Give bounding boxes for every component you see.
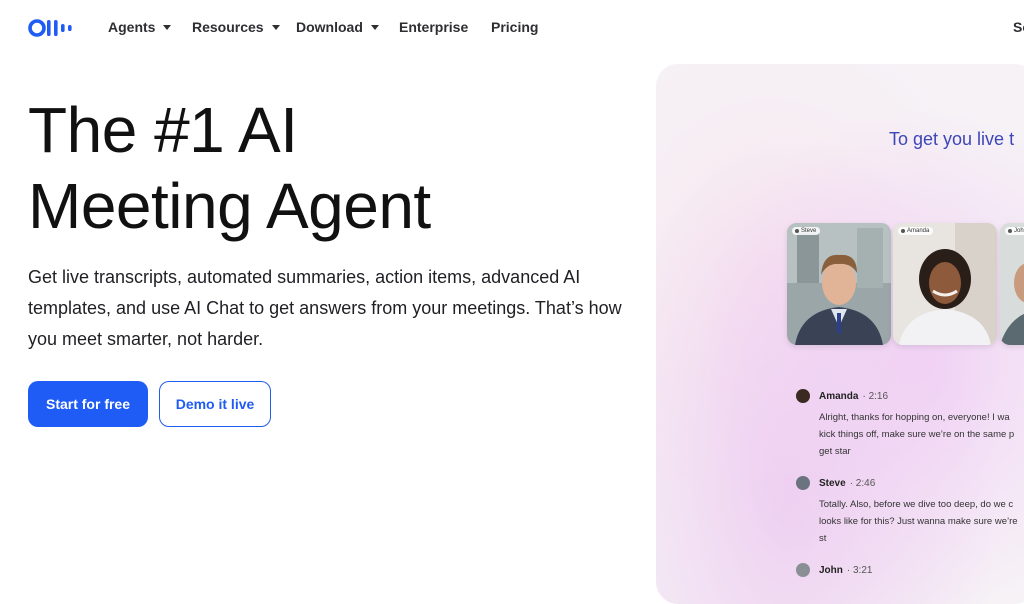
- start-for-free-button[interactable]: Start for free: [28, 381, 148, 427]
- timestamp: · 2:16: [862, 391, 889, 402]
- hero-title-line2: Meeting Agent: [28, 170, 431, 242]
- message-line: Alright, thanks for hopping on, everyone…: [819, 412, 1010, 423]
- message-text: Totally. Also, before we dive too deep, …: [819, 496, 1024, 547]
- video-tile-amanda: Amanda: [893, 223, 997, 345]
- nav-signin-partial[interactable]: So: [1013, 19, 1024, 35]
- nav-download-label: Download: [296, 19, 363, 35]
- nav-pricing-label: Pricing: [491, 19, 539, 35]
- author-name: John: [819, 565, 843, 576]
- message-line: looks like for this? Just wanna make sur…: [819, 516, 1018, 527]
- avatar: [796, 563, 810, 577]
- chevron-down-icon: [370, 25, 379, 30]
- message-line: st: [819, 533, 827, 544]
- demo-it-live-button[interactable]: Demo it live: [159, 381, 271, 427]
- message-line: kick things off, make sure we’re on the …: [819, 429, 1015, 440]
- author-name: Amanda: [819, 391, 859, 402]
- message-author-steve: Steve · 2:46: [819, 478, 875, 489]
- message-line: Totally. Also, before we dive too deep, …: [819, 499, 1014, 510]
- nav-agents-label: Agents: [108, 19, 156, 35]
- message-author-john: John · 3:21: [819, 565, 872, 576]
- otter-logo[interactable]: [28, 17, 78, 39]
- author-name: Steve: [819, 478, 846, 489]
- person-photo: [893, 223, 997, 345]
- nav-resources-label: Resources: [192, 19, 264, 35]
- demo-panel: To get you live t Steve Amanda Joh Amand…: [656, 64, 1024, 604]
- participant-label-steve: Steve: [792, 227, 821, 235]
- hero-title-line1: The #1 AI: [28, 94, 298, 166]
- participant-label-amanda: Amanda: [898, 227, 934, 235]
- timestamp: · 2:46: [849, 478, 876, 489]
- logo-icon: [28, 19, 72, 37]
- top-navigation: Agents Resources Download Enterprise Pri…: [0, 0, 1024, 56]
- nav-pricing[interactable]: Pricing: [491, 19, 538, 35]
- avatar: [796, 476, 810, 490]
- nav-agents[interactable]: Agents: [108, 19, 172, 35]
- timestamp: · 3:21: [846, 565, 873, 576]
- person-photo: [1000, 223, 1024, 345]
- chevron-down-icon: [163, 25, 172, 30]
- hero-title: The #1 AI Meeting Agent: [28, 92, 431, 244]
- hero-description: Get live transcripts, automated summarie…: [28, 267, 622, 349]
- message-text: Alright, thanks for hopping on, everyone…: [819, 409, 1024, 460]
- nav-enterprise-label: Enterprise: [399, 19, 469, 35]
- chevron-down-icon: [271, 25, 280, 30]
- video-tile-steve: Steve: [787, 223, 891, 345]
- demo-caption: To get you live t: [889, 129, 1015, 149]
- avatar: [796, 389, 810, 403]
- person-photo: [787, 223, 891, 345]
- nav-resources[interactable]: Resources: [192, 19, 280, 35]
- nav-download[interactable]: Download: [296, 19, 379, 35]
- message-author-amanda: Amanda · 2:16: [819, 391, 888, 402]
- message-line: get star: [819, 446, 851, 457]
- nav-enterprise[interactable]: Enterprise: [399, 19, 468, 35]
- video-tile-john: John: [1000, 223, 1024, 345]
- participant-label-john: John: [1005, 227, 1024, 235]
